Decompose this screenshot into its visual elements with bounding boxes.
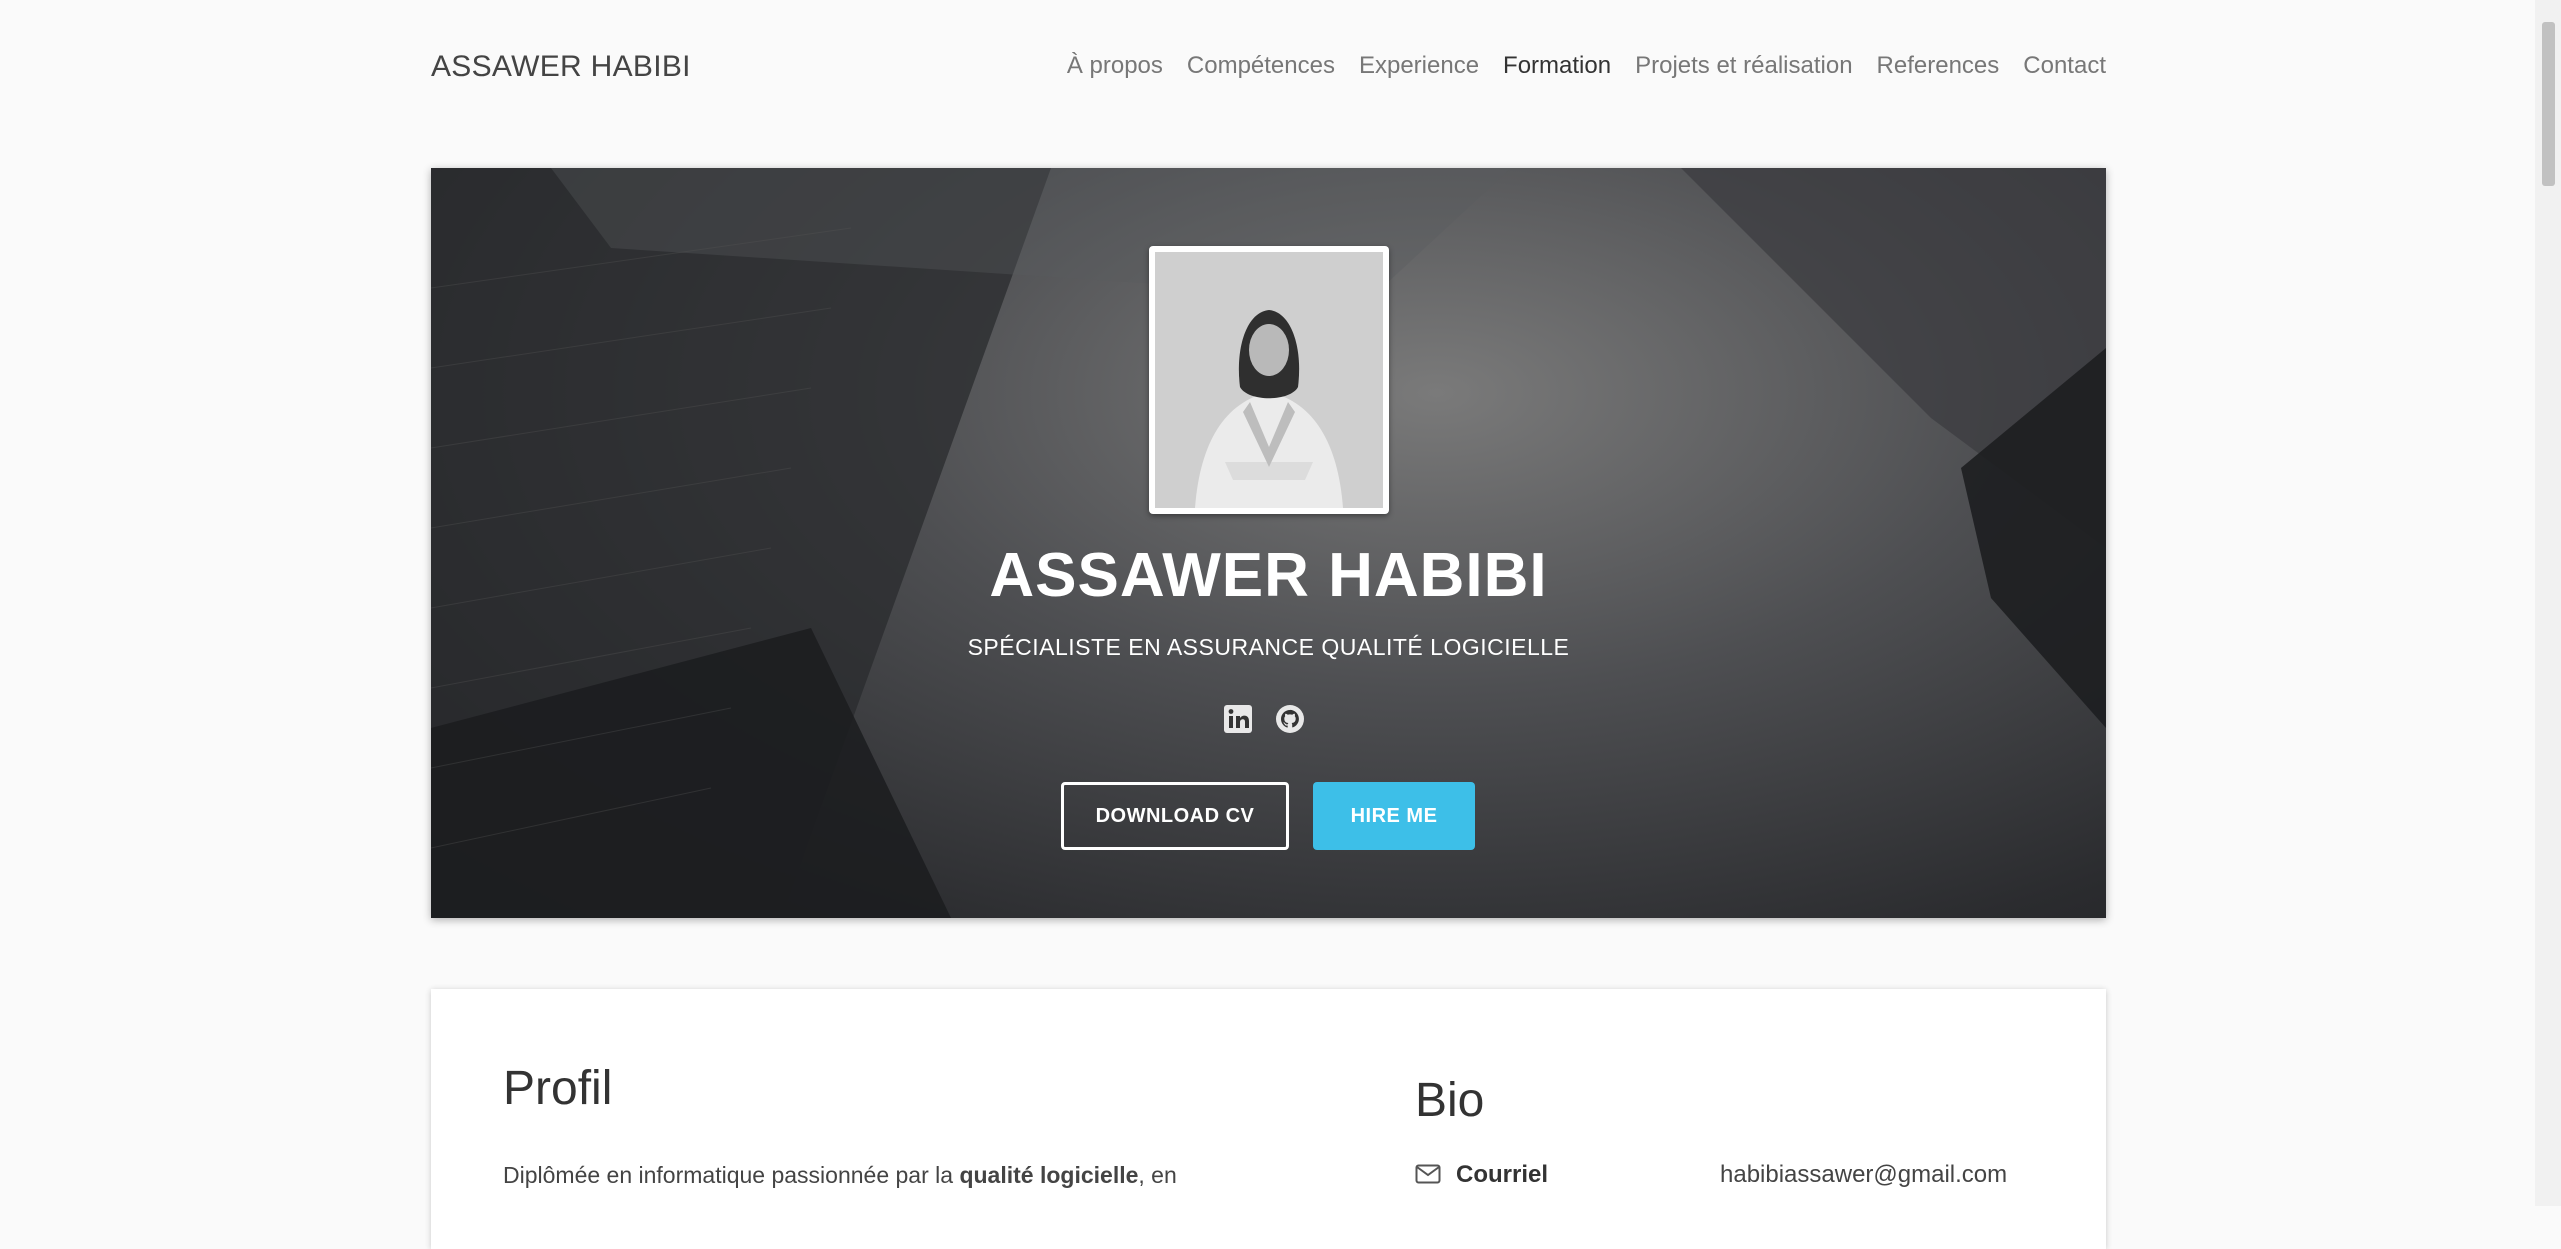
profil-text: Diplômée en informatique passionnée par …: [503, 1157, 1223, 1193]
profile-photo-frame: [1149, 246, 1389, 514]
brand-logo[interactable]: ASSAWER HABIBI: [431, 50, 691, 84]
nav-link-a-propos[interactable]: À propos: [1067, 52, 1163, 80]
bio-value-email[interactable]: habibiassawer@gmail.com: [1720, 1161, 2007, 1189]
navbar: ASSAWER HABIBI À propos Compétences Expe…: [431, 42, 2106, 92]
nav-link-experience[interactable]: Experience: [1359, 52, 1479, 80]
linkedin-icon[interactable]: [1223, 704, 1253, 734]
nav-links: À propos Compétences Experience Formatio…: [1067, 52, 2106, 80]
profil-text-bold: qualité logicielle: [959, 1162, 1139, 1188]
github-icon[interactable]: [1275, 704, 1305, 734]
scrollbar[interactable]: [2535, 0, 2561, 1206]
hire-me-button[interactable]: HIRE ME: [1313, 782, 1475, 850]
bio-heading: Bio: [1415, 1074, 1485, 1127]
bio-label-courriel: Courriel: [1456, 1161, 1549, 1188]
profil-text-start: Diplômée en informatique passionnée par …: [503, 1162, 960, 1188]
hero-banner: ASSAWER HABIBI SPÉCIALISTE EN ASSURANCE …: [431, 168, 2106, 918]
scrollbar-thumb[interactable]: [2542, 22, 2555, 186]
social-links: [1223, 704, 1305, 734]
nav-link-projets[interactable]: Projets et réalisation: [1635, 52, 1852, 80]
avatar: [1155, 252, 1383, 508]
hero-name: ASSAWER HABIBI: [989, 541, 1548, 610]
profil-text-end: , en: [1138, 1162, 1177, 1188]
download-cv-button[interactable]: DOWNLOAD CV: [1061, 782, 1289, 850]
profil-heading: Profil: [503, 1062, 613, 1115]
envelope-icon: [1415, 1163, 1441, 1185]
nav-link-formation[interactable]: Formation: [1503, 52, 1611, 80]
nav-link-competences[interactable]: Compétences: [1187, 52, 1335, 80]
nav-link-references[interactable]: References: [1877, 52, 2000, 80]
nav-link-contact[interactable]: Contact: [2023, 52, 2106, 80]
hero-subtitle: SPÉCIALISTE EN ASSURANCE QUALITÉ LOGICIE…: [967, 634, 1570, 660]
profile-card: Profil Diplômée en informatique passionn…: [431, 989, 2106, 1249]
